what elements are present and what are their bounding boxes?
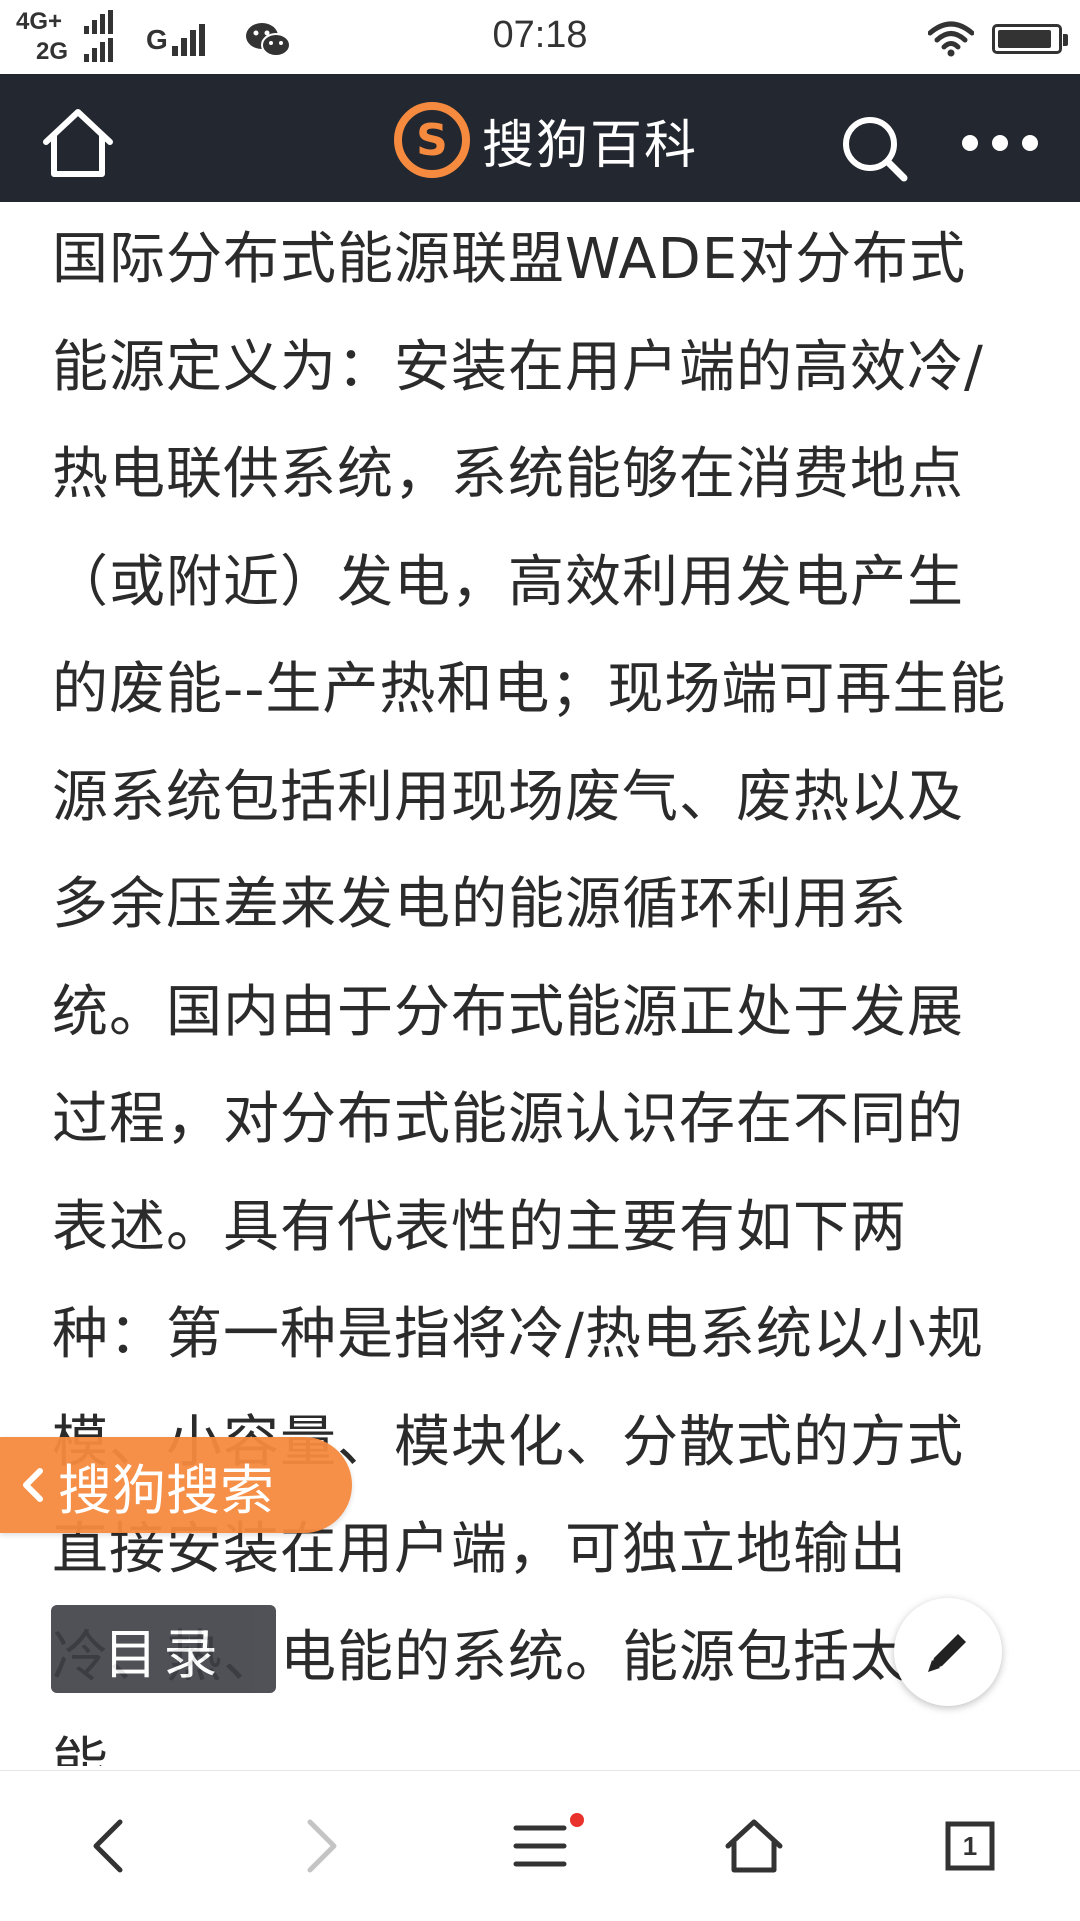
wifi-icon bbox=[928, 21, 974, 57]
toc-button[interactable]: 目录 bbox=[51, 1605, 276, 1693]
toc-label: 目录 bbox=[103, 1622, 224, 1686]
sogou-search-label: 搜狗搜索 bbox=[58, 1458, 274, 1522]
home-icon[interactable] bbox=[40, 104, 116, 180]
menu-button[interactable] bbox=[500, 1811, 584, 1881]
tab-count: 1 bbox=[962, 1830, 978, 1861]
edit-button[interactable] bbox=[894, 1598, 1002, 1706]
battery-icon bbox=[992, 24, 1068, 54]
sogou-baike-logo[interactable]: S 搜狗百科 bbox=[392, 100, 698, 180]
battery-fill bbox=[998, 30, 1052, 48]
notification-dot bbox=[570, 1813, 584, 1827]
status-bar: 4G+ 2G G 07:18 bbox=[0, 0, 1080, 74]
header-title: 搜狗百科 bbox=[482, 115, 699, 176]
clock: 07:18 bbox=[492, 14, 588, 56]
home-nav-button[interactable] bbox=[714, 1811, 794, 1881]
logo-glyph: S bbox=[416, 115, 448, 166]
search-icon[interactable] bbox=[838, 112, 910, 184]
chevron-left-icon bbox=[23, 1468, 43, 1502]
sogou-logo-icon: S bbox=[394, 102, 470, 178]
forward-arrow-icon bbox=[307, 1819, 337, 1873]
tabs-button[interactable]: 1 bbox=[930, 1811, 1010, 1881]
app-header: S 搜狗百科 bbox=[0, 74, 1080, 202]
sogou-search-button[interactable]: 搜狗搜索 bbox=[0, 1437, 352, 1533]
edit-pencil-icon bbox=[928, 1634, 966, 1672]
back-arrow-icon bbox=[93, 1819, 123, 1873]
bottom-navigation: 1 bbox=[0, 1770, 1080, 1921]
back-button[interactable] bbox=[68, 1811, 148, 1881]
status-right bbox=[928, 14, 1068, 64]
menu-icon bbox=[513, 1825, 567, 1867]
forward-button[interactable] bbox=[282, 1811, 362, 1881]
home-outline-icon bbox=[725, 1819, 783, 1873]
more-icon[interactable] bbox=[962, 128, 1038, 158]
